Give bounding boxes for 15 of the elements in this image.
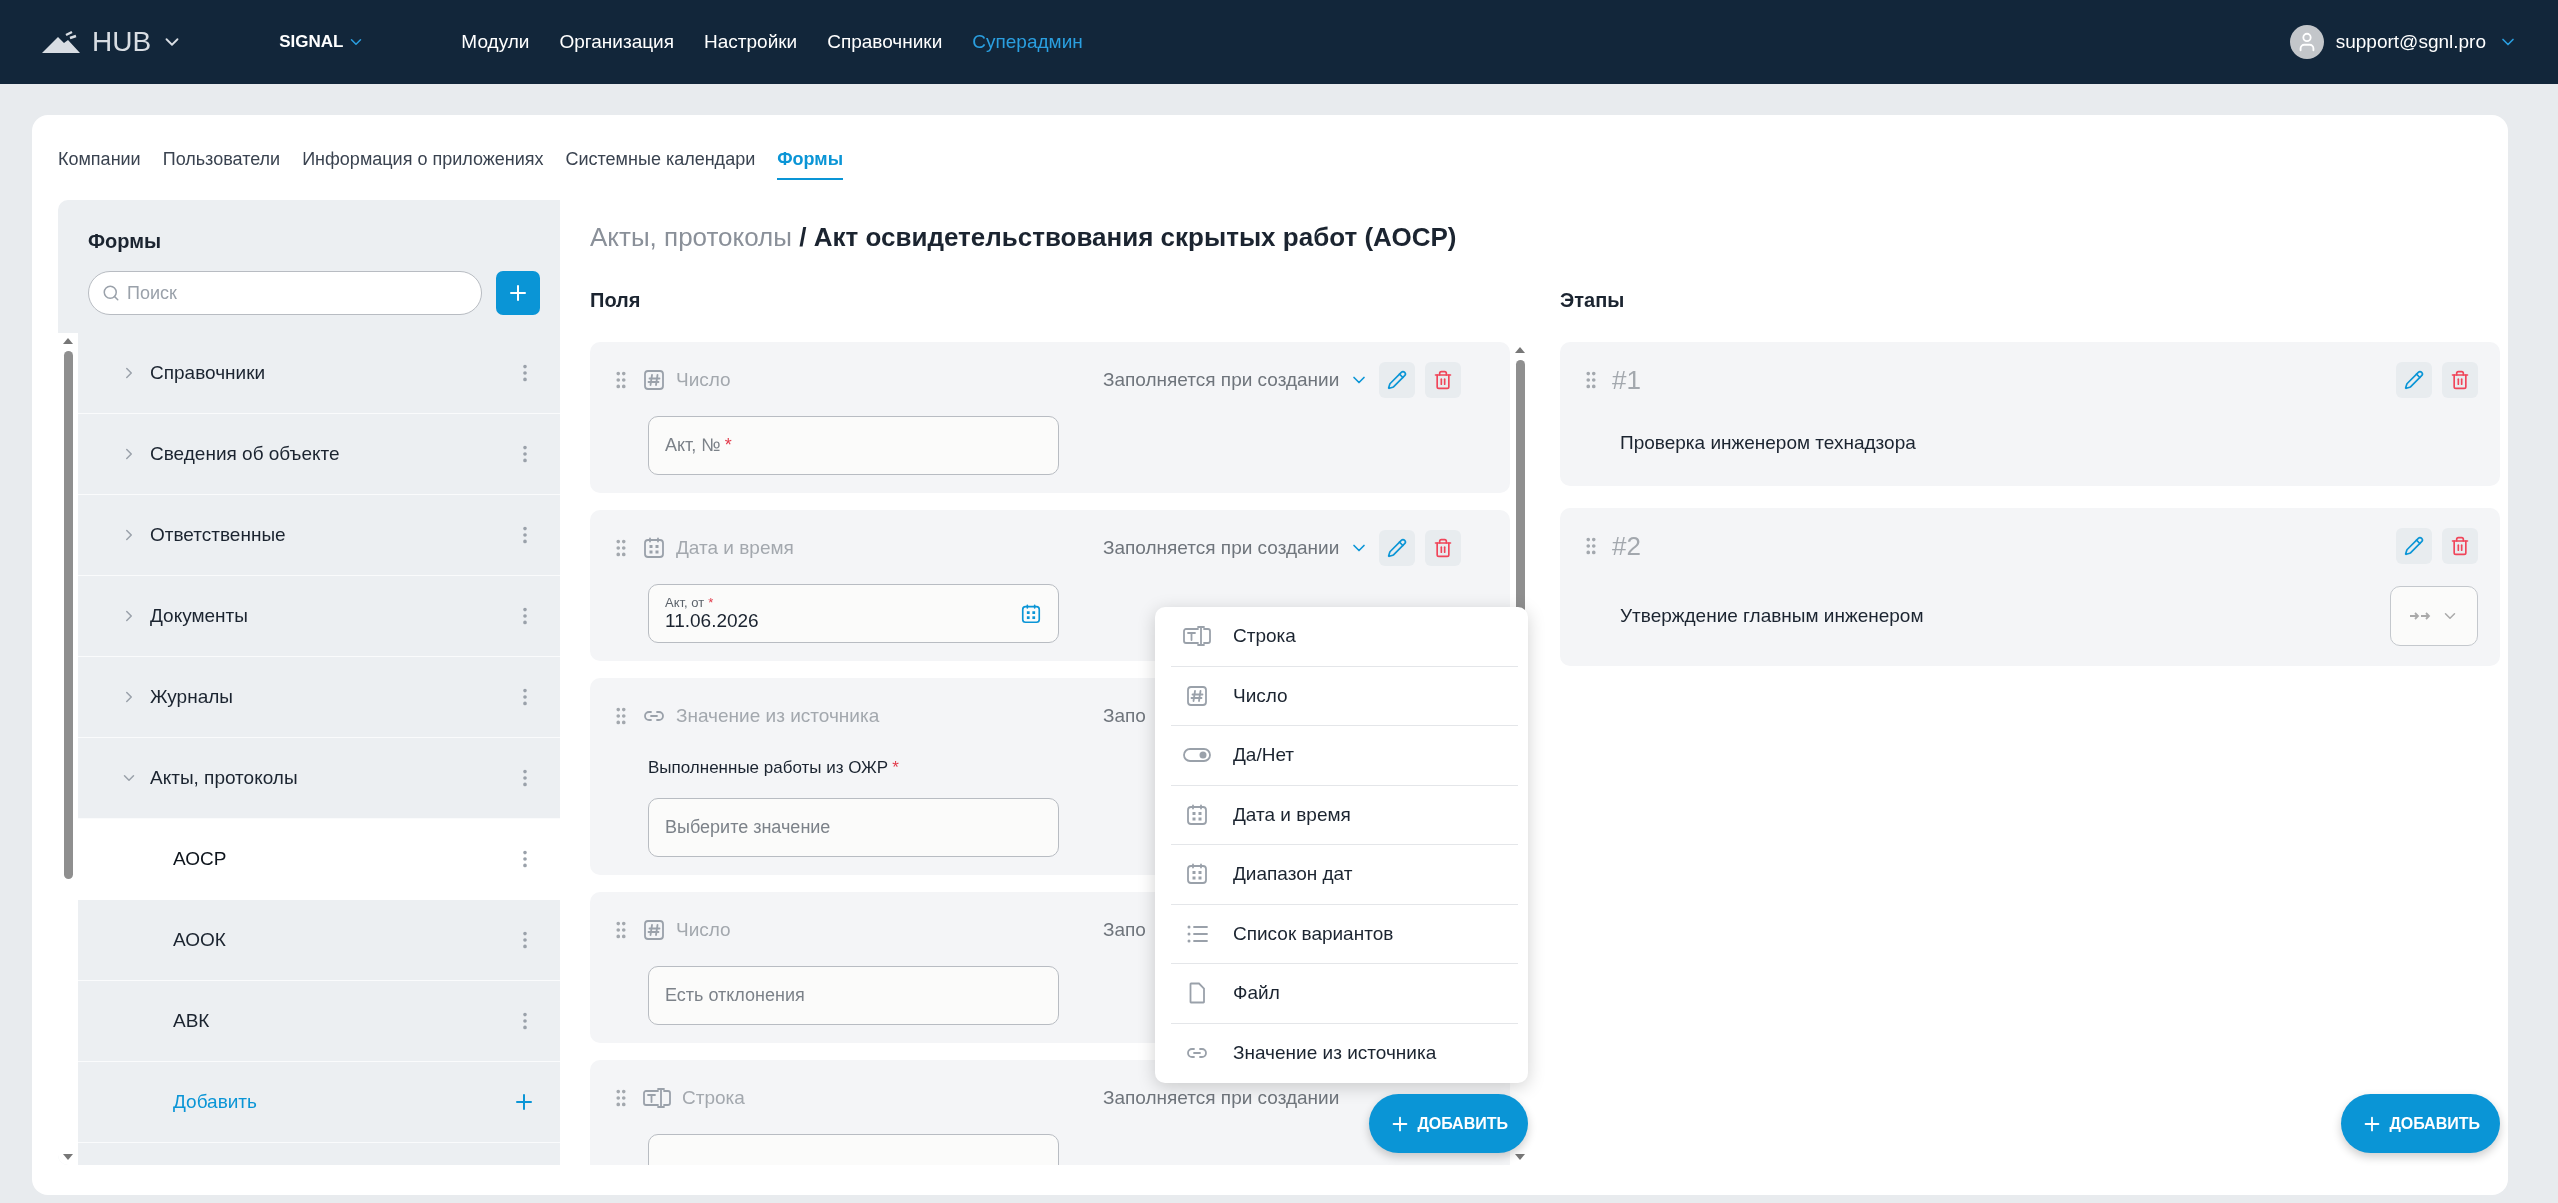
- stage-title: Проверка инженером технадзора: [1620, 432, 1916, 454]
- section-title: Поля: [590, 289, 642, 312]
- field-type-label: Число: [676, 919, 731, 941]
- sidebar-title: Формы: [88, 230, 163, 253]
- page-title: Акт освидетельствования скрытых работ (АОСР): [813, 222, 1457, 252]
- field-type-label: Строка: [682, 1087, 745, 1109]
- stage-number: #1: [1612, 364, 1641, 396]
- stage-title: Утверждение главным инженером: [1620, 605, 1924, 627]
- stage-number: #2: [1612, 530, 1641, 562]
- field-type-label: Значение из источника: [676, 705, 880, 727]
- section-title: Этапы: [1560, 289, 1626, 312]
- field-label: Выполненные работы из ОЖР *: [648, 758, 900, 778]
- field-type-label: Число: [676, 369, 731, 391]
- field-type-label: Дата и время: [676, 537, 794, 559]
- breadcrumb-separator: /: [799, 222, 807, 252]
